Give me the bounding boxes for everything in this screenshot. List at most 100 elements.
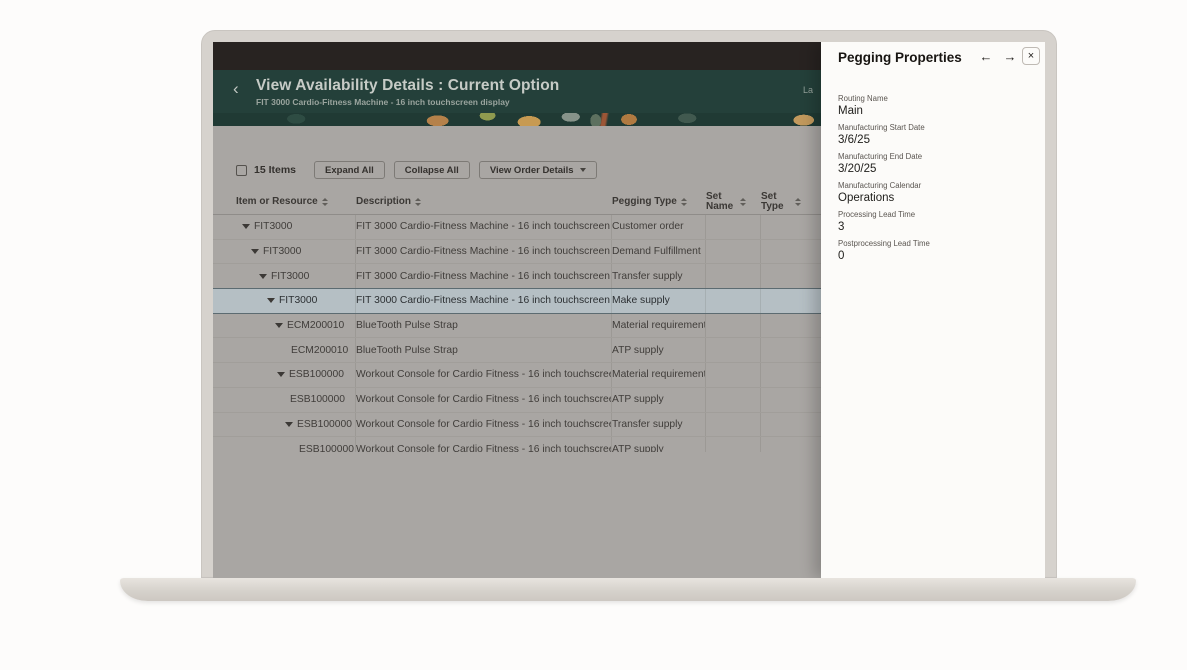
description-cell: FIT 3000 Cardio-Fitness Machine - 16 inc… <box>356 264 612 288</box>
expand-all-label: Expand All <box>325 165 374 176</box>
column-label: Set Type <box>761 192 791 212</box>
item-or-resource-cell: FIT3000 <box>213 289 356 313</box>
page-title: View Availability Details : Current Opti… <box>256 77 559 95</box>
set-name-cell <box>706 314 761 338</box>
pegging-type-cell: ATP supply <box>612 388 706 412</box>
table-row[interactable]: FIT3000 FIT 3000 Cardio-Fitness Machine … <box>213 288 822 314</box>
field-label: Manufacturing Start Date <box>838 123 1028 132</box>
sort-icon[interactable] <box>322 198 328 206</box>
table-row[interactable]: ECM200010 BlueTooth Pulse Strap Material… <box>213 314 822 339</box>
column-header-set-type[interactable]: Set Type <box>761 192 822 212</box>
item-or-resource-cell: ESB100000 <box>213 363 356 387</box>
description-cell: FIT 3000 Cardio-Fitness Machine - 16 inc… <box>356 289 612 313</box>
next-record-arrow-icon[interactable]: → <box>1002 49 1018 65</box>
description-cell: Workout Console for Cardio Fitness - 16 … <box>356 363 612 387</box>
set-name-cell <box>706 338 761 362</box>
field-label: Manufacturing End Date <box>838 152 1028 161</box>
field-label: Routing Name <box>838 94 1028 103</box>
set-name-cell <box>706 215 761 239</box>
property-field: Processing Lead Time 3 <box>838 210 1028 234</box>
description-cell: BlueTooth Pulse Strap <box>356 314 612 338</box>
expand-caret-icon[interactable] <box>275 323 283 328</box>
sort-icon[interactable] <box>681 198 687 206</box>
field-label: Postprocessing Lead Time <box>838 239 1028 248</box>
set-type-cell <box>761 240 822 264</box>
item-or-resource-cell: ECM200010 <box>213 314 356 338</box>
pegging-type-cell: ATP supply <box>612 437 706 452</box>
table-row[interactable]: FIT3000 FIT 3000 Cardio-Fitness Machine … <box>213 264 822 289</box>
field-label: Processing Lead Time <box>838 210 1028 219</box>
item-or-resource-cell: FIT3000 <box>213 264 356 288</box>
item-or-resource-cell: FIT3000 <box>213 240 356 264</box>
sort-icon[interactable] <box>795 198 801 206</box>
table-header-row: Item or Resource Description Pegging Typ… <box>213 189 822 215</box>
description-cell: FIT 3000 Cardio-Fitness Machine - 16 inc… <box>356 240 612 264</box>
panel-header: Pegging Properties ← → × <box>821 42 1045 72</box>
collapse-all-label: Collapse All <box>405 165 459 176</box>
close-icon[interactable]: × <box>1022 47 1040 65</box>
pegging-type-cell: ATP supply <box>612 338 706 362</box>
pegging-type-cell: Transfer supply <box>612 413 706 437</box>
set-type-cell <box>761 363 822 387</box>
column-label: Description <box>356 197 411 207</box>
expand-caret-icon[interactable] <box>267 298 275 303</box>
collapse-all-button[interactable]: Collapse All <box>394 161 470 179</box>
set-name-cell <box>706 363 761 387</box>
table-row[interactable]: ESB100000 Workout Console for Cardio Fit… <box>213 437 822 452</box>
table-row[interactable]: ESB100000 Workout Console for Cardio Fit… <box>213 388 822 413</box>
set-type-cell <box>761 215 822 239</box>
set-type-cell <box>761 338 822 362</box>
table-row[interactable]: FIT3000 FIT 3000 Cardio-Fitness Machine … <box>213 215 822 240</box>
item-or-resource-cell: ESB100000 <box>213 413 356 437</box>
set-type-cell <box>761 388 822 412</box>
item-code: FIT3000 <box>263 246 301 257</box>
item-code: ESB100000 <box>299 444 354 452</box>
expand-caret-icon[interactable] <box>259 274 267 279</box>
set-type-cell <box>761 437 822 452</box>
sort-icon[interactable] <box>740 198 746 206</box>
item-code: FIT3000 <box>271 271 309 282</box>
field-value: 3/6/25 <box>838 133 1028 147</box>
description-cell: Workout Console for Cardio Fitness - 16 … <box>356 437 612 452</box>
pegging-type-cell: Material requirement <box>612 363 706 387</box>
set-name-cell <box>706 437 761 452</box>
table-row[interactable]: ESB100000 Workout Console for Cardio Fit… <box>213 363 822 388</box>
set-name-cell <box>706 289 761 313</box>
item-code: ECM200010 <box>287 320 344 331</box>
set-name-cell <box>706 413 761 437</box>
expand-all-button[interactable]: Expand All <box>314 161 385 179</box>
items-count-label: 15 Items <box>254 164 296 176</box>
item-or-resource-cell: FIT3000 <box>213 215 356 239</box>
expand-caret-icon[interactable] <box>251 249 259 254</box>
column-header-pegging-type[interactable]: Pegging Type <box>612 197 706 207</box>
set-type-cell <box>761 289 822 313</box>
view-order-details-button[interactable]: View Order Details <box>479 161 597 179</box>
pegging-type-cell: Make supply <box>612 289 706 313</box>
expand-caret-icon[interactable] <box>285 422 293 427</box>
item-or-resource-cell: ECM200010 <box>213 338 356 362</box>
previous-record-arrow-icon[interactable]: ← <box>978 49 994 65</box>
field-value: Operations <box>838 191 1028 205</box>
column-header-item-or-resource[interactable]: Item or Resource <box>213 197 356 207</box>
column-header-description[interactable]: Description <box>356 197 612 207</box>
pegging-type-cell: Transfer supply <box>612 264 706 288</box>
property-field: Postprocessing Lead Time 0 <box>838 239 1028 263</box>
item-code: FIT3000 <box>279 295 317 306</box>
set-type-cell <box>761 413 822 437</box>
expand-caret-icon[interactable] <box>277 372 285 377</box>
column-label: Set Name <box>706 192 736 212</box>
sort-icon[interactable] <box>415 198 421 206</box>
back-chevron-icon[interactable]: ‹ <box>233 79 239 99</box>
column-label: Pegging Type <box>612 197 677 207</box>
expand-caret-icon[interactable] <box>242 224 250 229</box>
table-row[interactable]: ESB100000 Workout Console for Cardio Fit… <box>213 413 822 438</box>
item-code: FIT3000 <box>254 221 292 232</box>
panel-title: Pegging Properties <box>838 50 962 65</box>
dropdown-caret-icon <box>580 168 586 172</box>
column-header-set-name[interactable]: Set Name <box>706 192 761 212</box>
select-all-checkbox[interactable] <box>236 165 247 176</box>
table-row[interactable]: FIT3000 FIT 3000 Cardio-Fitness Machine … <box>213 240 822 265</box>
item-code: ESB100000 <box>289 369 344 380</box>
set-type-cell <box>761 314 822 338</box>
table-row[interactable]: ECM200010 BlueTooth Pulse Strap ATP supp… <box>213 338 822 363</box>
